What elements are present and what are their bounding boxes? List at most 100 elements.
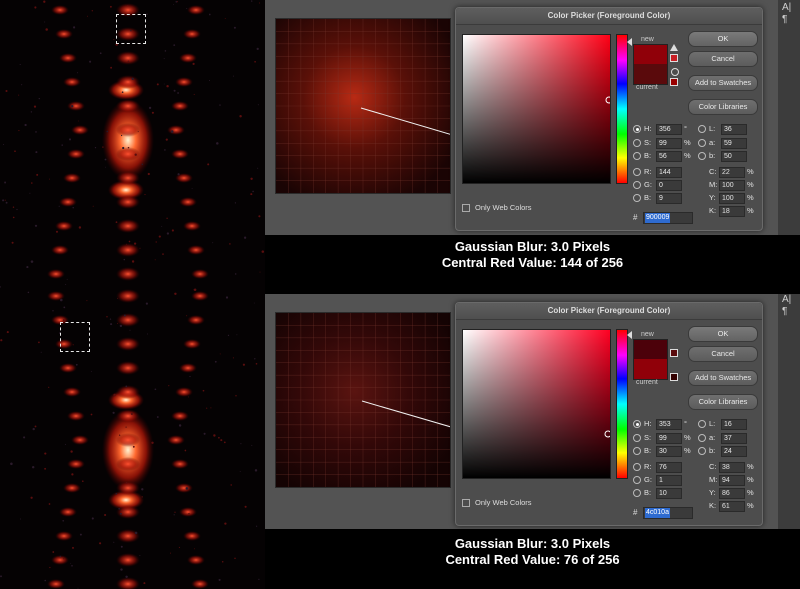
color-field[interactable] <box>462 34 611 184</box>
hex-row-2: # 4c010a <box>633 507 693 519</box>
laser-speckle-image <box>0 0 265 589</box>
color-picker-dialog: Color Picker (Foreground Color) new curr… <box>455 7 763 231</box>
blue-field-2[interactable]: 10 <box>656 488 682 499</box>
cancel-button[interactable]: Cancel <box>688 51 758 67</box>
hue-field[interactable]: 356 <box>656 124 682 135</box>
current-label: current <box>636 84 658 91</box>
black-field[interactable]: 18 <box>719 206 745 217</box>
lightness-field-2[interactable]: 16 <box>721 419 747 430</box>
web-safe-swatch[interactable] <box>670 78 678 86</box>
a-radio[interactable] <box>698 139 706 147</box>
only-web-colors-checkbox[interactable] <box>462 204 470 213</box>
new-color-swatch-2 <box>633 339 668 360</box>
saturation-field-2[interactable]: 99 <box>656 433 682 444</box>
caption-2: Gaussian Blur: 3.0 Pixels Central Red Va… <box>445 536 620 567</box>
current-color-swatch-2[interactable] <box>633 359 668 380</box>
hue-slider[interactable] <box>616 34 628 184</box>
green-radio-2[interactable] <box>633 476 641 484</box>
ok-button-2[interactable]: OK <box>688 326 758 342</box>
character-panel-icon[interactable]: A| <box>782 2 791 13</box>
sample-selection-top <box>116 14 146 44</box>
character-panel-icon-2[interactable]: A| <box>782 294 791 305</box>
red-field-2[interactable]: 76 <box>656 462 682 473</box>
ok-button[interactable]: OK <box>688 31 758 47</box>
brightness-radio[interactable] <box>633 152 641 160</box>
b-lab-field[interactable]: 50 <box>721 151 747 162</box>
web-safe-swatch-2[interactable] <box>670 373 678 381</box>
a-field[interactable]: 59 <box>721 138 747 149</box>
hex-row: # 900009 <box>633 212 693 224</box>
paragraph-panel-icon[interactable]: ¶ <box>782 14 787 25</box>
add-to-swatches-button-2[interactable]: Add to Swatches <box>688 370 758 386</box>
add-to-swatches-button[interactable]: Add to Swatches <box>688 75 758 91</box>
red-radio-2[interactable] <box>633 463 641 471</box>
paragraph-panel-icon-2[interactable]: ¶ <box>782 306 787 317</box>
hue-radio-2[interactable] <box>633 420 641 428</box>
hex-field-2[interactable]: 4c010a <box>643 507 693 519</box>
gamut-swatch[interactable] <box>670 54 678 62</box>
magenta-field-2[interactable]: 94 <box>719 475 745 486</box>
green-radio[interactable] <box>633 181 641 189</box>
cancel-button-2[interactable]: Cancel <box>688 346 758 362</box>
magenta-field[interactable]: 100 <box>719 180 745 191</box>
speckle-pattern <box>0 0 265 589</box>
brightness-field[interactable]: 56 <box>656 151 682 162</box>
only-web-colors-option[interactable]: Only Web Colors <box>462 203 532 213</box>
lightness-radio[interactable] <box>698 125 706 133</box>
canvas-image-2 <box>276 313 450 487</box>
hex-field[interactable]: 900009 <box>643 212 693 224</box>
new-label: new <box>641 36 654 43</box>
b-lab-field-2[interactable]: 24 <box>721 446 747 457</box>
out-of-gamut-warning-icon[interactable] <box>670 44 678 51</box>
hue-slider-2[interactable] <box>616 329 628 479</box>
sample-selection-bottom <box>60 322 90 352</box>
dialog-title-2: Color Picker (Foreground Color) <box>456 303 762 320</box>
right-toolbar: A| ¶ <box>778 0 800 235</box>
red-field[interactable]: 144 <box>656 167 682 178</box>
hue-radio[interactable] <box>633 125 641 133</box>
canvas-image <box>276 19 450 193</box>
green-field-2[interactable]: 1 <box>656 475 682 486</box>
lightness-field[interactable]: 36 <box>721 124 747 135</box>
photoshop-panel-1: A| ¶ Color Picker (Foreground Color) new… <box>265 0 800 235</box>
blue-radio[interactable] <box>633 194 641 202</box>
brightness-field-2[interactable]: 30 <box>656 446 682 457</box>
blue-field[interactable]: 9 <box>656 193 682 204</box>
lightness-radio-2[interactable] <box>698 420 706 428</box>
cyan-field[interactable]: 22 <box>719 167 745 178</box>
new-color-swatch <box>633 44 668 65</box>
only-web-colors-option-2[interactable]: Only Web Colors <box>462 498 532 508</box>
saturation-radio-2[interactable] <box>633 434 641 442</box>
web-safe-cube-icon[interactable] <box>671 68 679 76</box>
a-radio-2[interactable] <box>698 434 706 442</box>
current-label-2: current <box>636 379 658 386</box>
saturation-field[interactable]: 99 <box>656 138 682 149</box>
caption-1: Gaussian Blur: 3.0 Pixels Central Red Va… <box>441 239 624 270</box>
color-field-2[interactable] <box>462 329 611 479</box>
hue-slider-arrow-icon-2[interactable] <box>627 331 632 339</box>
color-libraries-button-2[interactable]: Color Libraries <box>688 394 758 410</box>
blurred-canvas <box>275 18 451 194</box>
blue-radio-2[interactable] <box>633 489 641 497</box>
black-field-2[interactable]: 61 <box>719 501 745 512</box>
current-color-swatch[interactable] <box>633 64 668 85</box>
cyan-field-2[interactable]: 38 <box>719 462 745 473</box>
b-lab-radio-2[interactable] <box>698 447 706 455</box>
yellow-field-2[interactable]: 86 <box>719 488 745 499</box>
hue-slider-arrow-icon[interactable] <box>627 38 632 46</box>
new-label-2: new <box>641 331 654 338</box>
hue-field-2[interactable]: 353 <box>656 419 682 430</box>
red-radio[interactable] <box>633 168 641 176</box>
yellow-field[interactable]: 100 <box>719 193 745 204</box>
a-field-2[interactable]: 37 <box>721 433 747 444</box>
color-libraries-button[interactable]: Color Libraries <box>688 99 758 115</box>
brightness-radio-2[interactable] <box>633 447 641 455</box>
only-web-colors-checkbox-2[interactable] <box>462 499 470 508</box>
blurred-canvas-2 <box>275 312 451 488</box>
green-field[interactable]: 0 <box>656 180 682 191</box>
saturation-radio[interactable] <box>633 139 641 147</box>
photoshop-panel-2: A| ¶ Color Picker (Foreground Color) new… <box>265 294 800 529</box>
color-picker-dialog-2: Color Picker (Foreground Color) new curr… <box>455 302 763 526</box>
gamut-swatch-2[interactable] <box>670 349 678 357</box>
b-lab-radio[interactable] <box>698 152 706 160</box>
